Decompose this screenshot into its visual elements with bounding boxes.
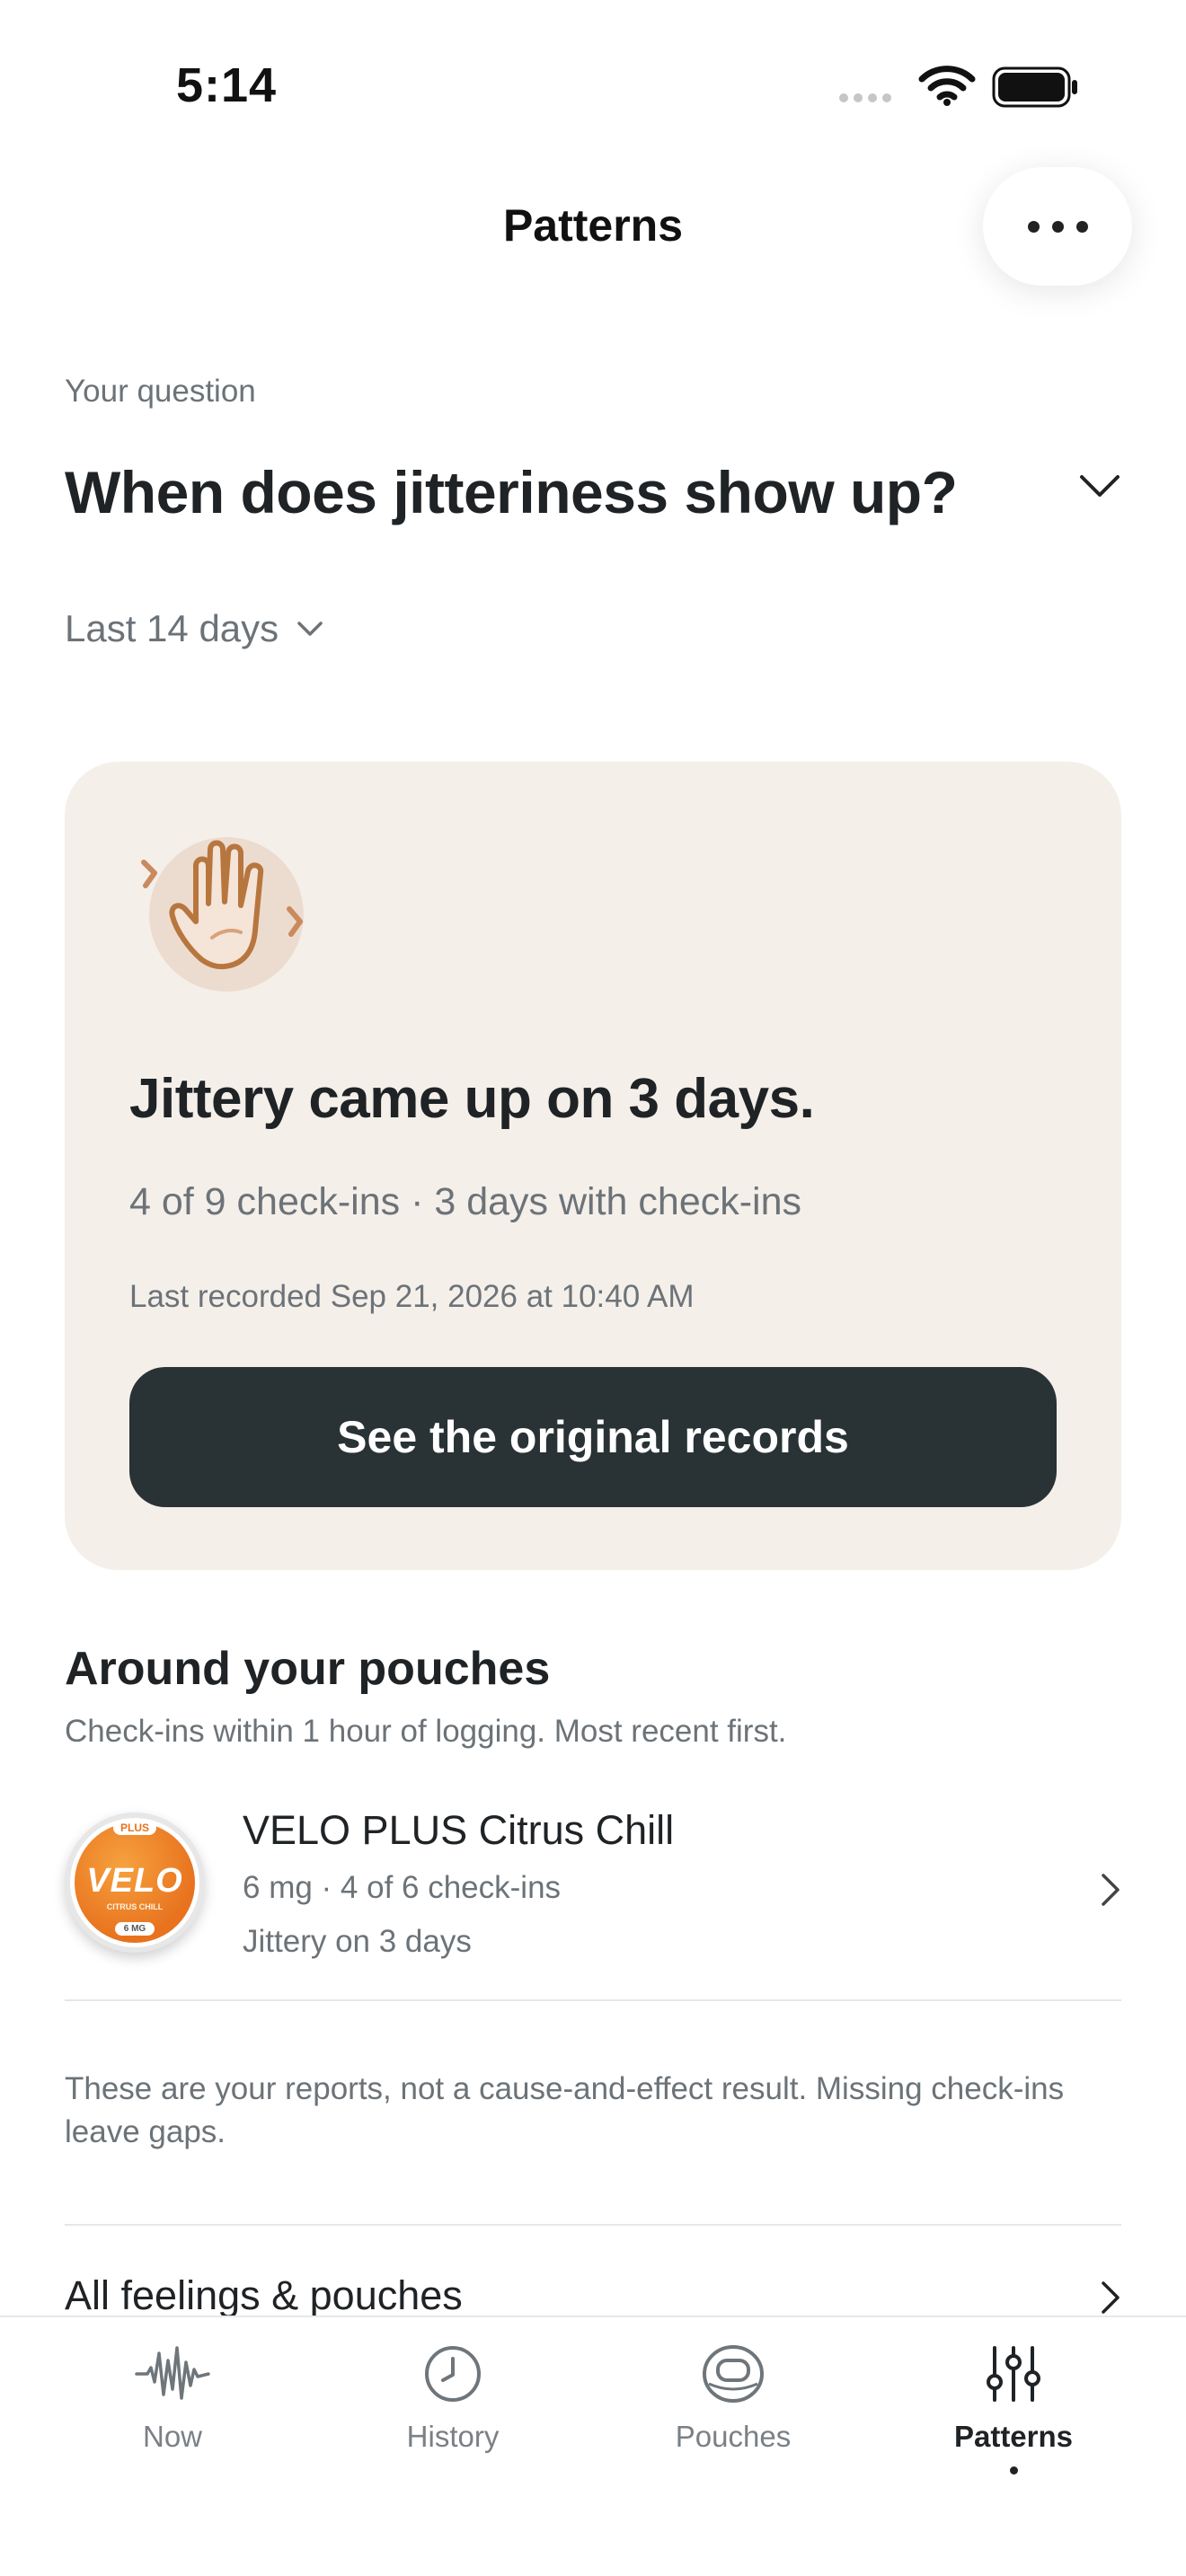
section-title: Around your pouches [65, 1643, 551, 1695]
section-subtitle: Check-ins within 1 hour of logging. Most… [65, 1714, 787, 1749]
battery-icon [992, 66, 1080, 112]
more-options-button[interactable] [983, 167, 1132, 286]
divider [65, 2224, 1121, 2226]
summary-card: Jittery came up on 3 days. 4 of 9 check-… [65, 762, 1121, 1570]
all-feelings-label: All feelings & pouches [65, 2272, 463, 2318]
tab-label: History [406, 2420, 500, 2453]
question-selector[interactable]: When does jitteriness show up? [65, 458, 958, 526]
date-range-label: Last 14 days [65, 607, 279, 649]
tab-patterns[interactable]: Patterns [906, 2342, 1121, 2475]
summary-title: Jittery came up on 3 days. [129, 1068, 815, 1130]
tab-label: Now [142, 2420, 203, 2453]
question-label: Your question [65, 374, 256, 409]
divider [65, 1999, 1121, 2001]
status-time: 5:14 [176, 58, 278, 112]
ellipsis-icon [1027, 220, 1040, 233]
tab-pouches[interactable]: Pouches [625, 2342, 841, 2454]
tab-history[interactable]: History [345, 2342, 561, 2454]
see-original-records-button[interactable]: See the original records [129, 1367, 1057, 1507]
pouch-icon [703, 2345, 764, 2403]
tab-now[interactable]: Now [65, 2342, 280, 2454]
pouch-meta: 6 mg · 4 of 6 check-ins [243, 1870, 562, 1905]
active-tab-indicator [1009, 2466, 1018, 2475]
disclaimer-text: These are your reports, not a cause-and-… [65, 2071, 1065, 2149]
summary-stats: 4 of 9 check-ins · 3 days with check-ins [129, 1180, 802, 1223]
pouch-feeling: Jittery on 3 days [243, 1924, 472, 1959]
all-feelings-link[interactable]: All feelings & pouches [65, 2272, 1121, 2319]
hand-jitter-icon [137, 825, 316, 1009]
chevron-right-icon [1100, 2280, 1121, 2320]
last-recorded: Last recorded Sep 21, 2026 at 10:40 AM [129, 1279, 695, 1314]
pouch-name: VELO PLUS Citrus Chill [243, 1807, 675, 1853]
tab-bar: Now History Pouches Patterns [0, 2316, 1186, 2576]
cellular-signal-icon [839, 93, 891, 102]
list-item[interactable]: PLUS VELO CITRUS CHILL 6 MG VELO PLUS Ci… [65, 1804, 1121, 2001]
waveform-icon [135, 2346, 210, 2400]
chevron-right-icon [1100, 1872, 1121, 1912]
clock-icon [425, 2346, 481, 2402]
pouch-can-image: PLUS VELO CITRUS CHILL 6 MG [65, 1813, 205, 1953]
chevron-down-icon[interactable] [1078, 472, 1121, 504]
tab-label: Patterns [953, 2420, 1074, 2453]
sliders-icon [987, 2346, 1040, 2402]
date-range-selector[interactable]: Last 14 days [65, 607, 323, 650]
tab-label: Pouches [675, 2420, 792, 2453]
chevron-down-icon [297, 622, 323, 636]
wifi-icon [918, 65, 976, 110]
